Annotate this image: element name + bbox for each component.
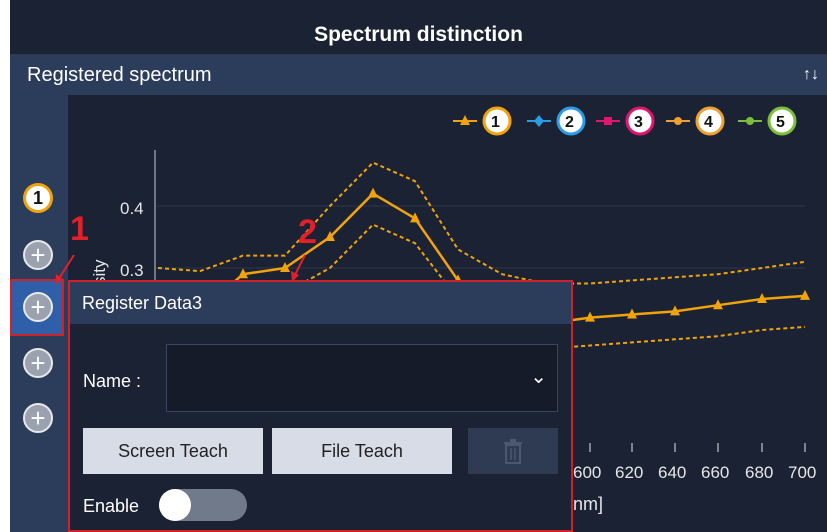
x-tick-label: 620 bbox=[615, 463, 643, 482]
delete-button[interactable] bbox=[468, 428, 558, 474]
x-tick-label: 600 bbox=[573, 463, 601, 482]
x-tick-label: 700 bbox=[788, 463, 816, 482]
y-tick-03: 0.3 bbox=[120, 261, 144, 280]
x-tick-label: 640 bbox=[658, 463, 686, 482]
callout-1: 1 bbox=[70, 210, 89, 248]
legend-badge-label: 1 bbox=[491, 114, 500, 131]
legend-marker bbox=[534, 115, 544, 127]
series-1-point bbox=[368, 187, 378, 198]
enable-label: Enable bbox=[83, 496, 140, 516]
dialog-title: Register Data3 bbox=[82, 293, 203, 313]
name-dropdown[interactable]: ⌄ bbox=[166, 344, 558, 412]
x-tick-label: 680 bbox=[745, 463, 773, 482]
legend-badge-label: 4 bbox=[704, 114, 713, 131]
slot-4-add-button[interactable]: + bbox=[23, 348, 53, 378]
file-teach-button[interactable]: File Teach bbox=[272, 428, 452, 474]
chevron-down-icon[interactable]: ⌄ bbox=[530, 364, 547, 389]
dialog-header: Register Data3 bbox=[70, 282, 571, 324]
legend-badge-label: 5 bbox=[776, 114, 785, 131]
slot-1-badge[interactable]: 1 bbox=[23, 183, 53, 213]
toggle-knob bbox=[159, 489, 191, 521]
x-tick-label: 660 bbox=[701, 463, 729, 482]
y-tick-04: 0.4 bbox=[120, 199, 144, 218]
upper-band-line bbox=[157, 161, 806, 285]
screen-teach-button[interactable]: Screen Teach bbox=[83, 428, 263, 474]
slot-5-add-button[interactable]: + bbox=[23, 403, 53, 433]
callout-2: 2 bbox=[298, 213, 317, 251]
legend-marker bbox=[746, 117, 754, 125]
enable-toggle[interactable] bbox=[159, 489, 247, 521]
trash-icon bbox=[504, 439, 522, 464]
slot-3-add-button[interactable]: + bbox=[23, 292, 53, 322]
legend-badge-label: 2 bbox=[565, 114, 574, 131]
slot-2-add-button[interactable]: + bbox=[23, 240, 53, 270]
name-label: Name : bbox=[83, 371, 142, 391]
legend-marker bbox=[604, 117, 612, 125]
x-axis-label: nm] bbox=[573, 494, 603, 514]
legend-badge-label: 3 bbox=[634, 114, 643, 131]
register-data-dialog: Register Data3 Name : ⌄ Screen Teach Fil… bbox=[68, 280, 573, 532]
legend-marker bbox=[674, 117, 682, 125]
